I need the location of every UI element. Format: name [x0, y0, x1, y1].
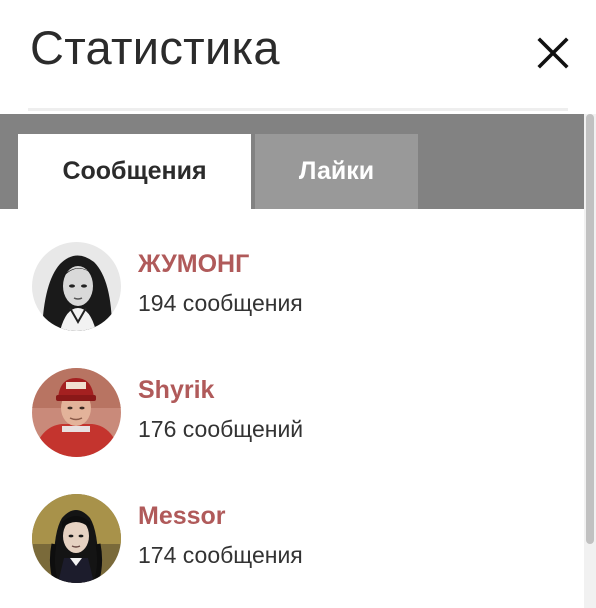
tab-messages[interactable]: Сообщения: [18, 134, 251, 209]
message-count: 194 сообщения: [138, 290, 303, 316]
header-divider: [28, 108, 568, 111]
tab-likes[interactable]: Лайки: [255, 134, 418, 209]
statistics-dialog: Статистика Сообщения Лайки ЖУМОНГ 194 со…: [0, 0, 596, 608]
username-link[interactable]: ЖУМОНГ: [138, 250, 249, 279]
dialog-title: Статистика: [30, 21, 280, 74]
avatar[interactable]: [32, 242, 121, 331]
scrollbar-thumb[interactable]: [586, 114, 594, 544]
avatar[interactable]: [32, 368, 121, 457]
username-link[interactable]: Shyrik: [138, 376, 214, 405]
close-button[interactable]: [536, 36, 570, 70]
close-icon: [536, 36, 570, 70]
list-item: Messor 174 сообщения: [32, 494, 572, 584]
message-count: 174 сообщения: [138, 542, 303, 568]
username-link[interactable]: Messor: [138, 502, 226, 531]
list-item: ЖУМОНГ 194 сообщения: [32, 242, 572, 332]
tab-bar: Сообщения Лайки: [0, 114, 584, 209]
avatar[interactable]: [32, 494, 121, 583]
list-item: Shyrik 176 сообщений: [32, 368, 572, 458]
scrollbar[interactable]: [584, 114, 596, 608]
tab-messages-label: Сообщения: [62, 157, 207, 185]
tab-likes-label: Лайки: [298, 157, 375, 185]
message-count: 176 сообщений: [138, 416, 304, 442]
